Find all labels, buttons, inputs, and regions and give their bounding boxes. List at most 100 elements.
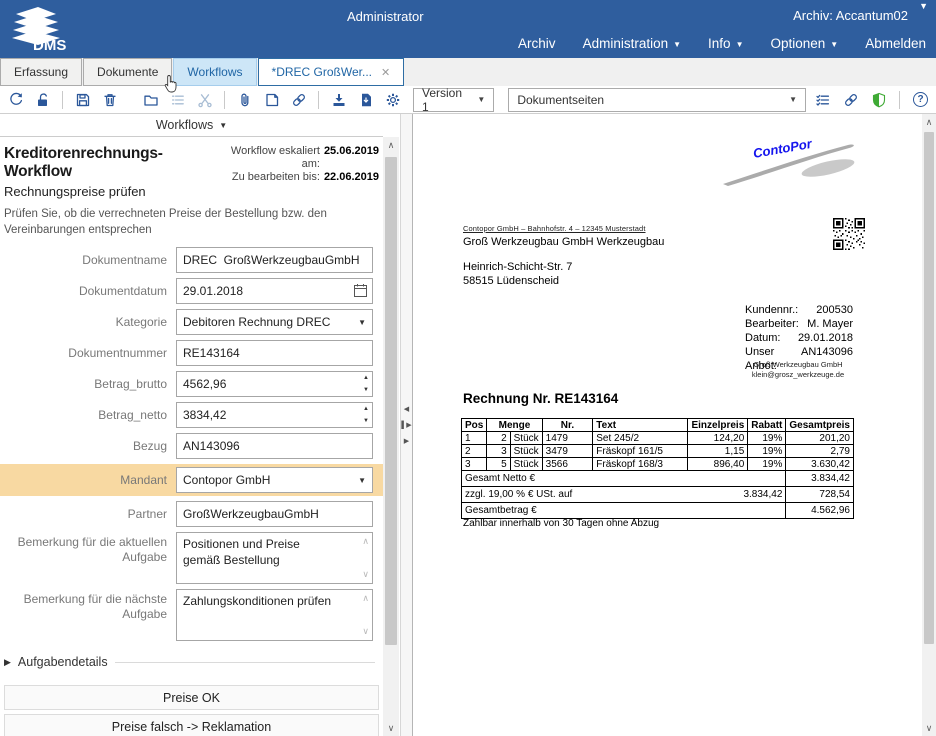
form-scrollbar[interactable]: ∧ ∨ (383, 137, 399, 736)
link-icon[interactable] (840, 89, 861, 110)
field-mandant: Mandant Contopor GmbH ▼ (0, 464, 383, 496)
shield-icon[interactable] (868, 89, 889, 110)
dokumentdatum-input[interactable] (176, 278, 373, 304)
preise-falsch-button[interactable]: Preise falsch -> Reklamation (4, 714, 379, 736)
workflow-title: Kreditorenrechnungs-Workflow (4, 145, 223, 181)
vat-row: zzgl. 19,00 % € USt. auf3.834,42 728,54 (462, 487, 854, 503)
download-icon[interactable] (328, 89, 349, 110)
expand-chevron-icon[interactable]: ▶ (4, 657, 11, 668)
invoice-title: Rechnung Nr. RE143164 (463, 391, 618, 406)
cut-icon[interactable] (194, 89, 215, 110)
invoice-page: ContoPor Contopor GmbH – Bahnhofstr. 4 –… (413, 114, 922, 736)
attachment-icon[interactable] (234, 89, 255, 110)
main-menu: Archiv Administration▼ Info▼ Optionen▼ A… (518, 36, 926, 51)
menu-item-administration[interactable]: Administration▼ (583, 36, 681, 51)
number-stepper[interactable]: ▲▼ (363, 406, 369, 424)
field-bezug: Bezug (4, 433, 379, 459)
preise-ok-button[interactable]: Preise OK (4, 685, 379, 710)
collapse-right-icon[interactable]: ▶ (404, 438, 409, 445)
settings-gear-icon[interactable] (382, 89, 403, 110)
calendar-icon[interactable] (353, 283, 368, 303)
menu-item-optionen[interactable]: Optionen▼ (770, 36, 838, 51)
chevron-down-icon: ▼ (219, 121, 227, 130)
refresh-icon[interactable] (5, 89, 26, 110)
checklist-icon[interactable] (812, 89, 833, 110)
help-icon[interactable]: ? (910, 89, 931, 110)
aufgabendetails-toggle[interactable]: Aufgabendetails (18, 655, 108, 669)
aufgabendetails-section: ▶ Aufgabendetails (4, 655, 379, 669)
qr-code (833, 218, 865, 255)
chevron-down-icon: ▼ (358, 476, 366, 485)
scrollbar-thumb[interactable] (385, 157, 397, 645)
betrag-netto-input[interactable] (176, 402, 373, 428)
export-file-icon[interactable] (355, 89, 376, 110)
menu-item-info[interactable]: Info▼ (708, 36, 743, 51)
chevron-down-icon: ▼ (830, 40, 838, 49)
bemerkung-naechste-textarea[interactable]: Zahlungskonditionen prüfen (176, 589, 373, 641)
kategorie-select[interactable]: Debitoren Rechnung DREC ▼ (176, 309, 373, 335)
dokumentnummer-input[interactable] (176, 340, 373, 366)
panel-splitter[interactable]: ◀ ▌▶ ▶ (400, 114, 413, 736)
tab-dokumente[interactable]: Dokumente (83, 58, 172, 86)
textarea-scroll-arrows[interactable]: ∧∨ (362, 594, 369, 636)
net-total-row: Gesamt Netto € 3.834,42 (462, 471, 854, 487)
note-icon[interactable] (261, 89, 282, 110)
user-label: Administrator (347, 9, 424, 24)
scrollbar-thumb[interactable] (924, 132, 934, 644)
archive-label: Archiv: Accantum02 (793, 8, 908, 23)
tab-drec-document[interactable]: *DREC GroßWer... ✕ (258, 58, 405, 86)
unlock-icon[interactable] (32, 89, 53, 110)
splitter-handle[interactable]: ▌▶ (401, 422, 411, 429)
recipient-name: Groß Werkzeugbau GmbH Werkzeugbau (463, 236, 664, 248)
tab-erfassung[interactable]: Erfassung (0, 58, 82, 86)
save-icon[interactable] (72, 89, 93, 110)
grand-total-row: Gesamtbetrag € 4.562,96 (462, 503, 854, 519)
number-stepper[interactable]: ▲▼ (363, 375, 369, 393)
dokumentname-input[interactable] (176, 247, 373, 273)
tab-workflows[interactable]: Workflows (173, 58, 256, 86)
field-dokumentdatum: Dokumentdatum (4, 278, 379, 304)
workflow-description: Prüfen Sie, ob die verrechneten Preise d… (4, 207, 379, 238)
field-bemerkung-aktuell: Bemerkung für die aktuellen Aufgabe Posi… (4, 532, 379, 584)
archive-chevron-down-icon[interactable]: ▼ (919, 1, 928, 11)
tab-bar: Erfassung Dokumente Workflows *DREC Groß… (0, 58, 936, 86)
dms-logo-text: DMS (33, 37, 66, 52)
mandant-select[interactable]: Contopor GmbH ▼ (176, 467, 373, 493)
menu-item-archiv[interactable]: Archiv (518, 36, 556, 51)
panel-selector[interactable]: Workflows ▼ (0, 114, 383, 137)
collapse-left-icon[interactable]: ◀ (404, 406, 409, 413)
app-header: DMS Administrator Archiv: Accantum02 ▼ A… (0, 0, 936, 58)
scroll-down-icon[interactable]: ∨ (922, 720, 936, 736)
folder-icon[interactable] (140, 89, 161, 110)
field-dokumentnummer: Dokumentnummer (4, 340, 379, 366)
link-icon[interactable] (288, 89, 309, 110)
field-bemerkung-naechste: Bemerkung für die nächste Aufgabe Zahlun… (4, 589, 379, 641)
due-label: Zu bearbeiten bis: (232, 171, 320, 184)
menu-item-abmelden[interactable]: Abmelden (865, 36, 926, 51)
scroll-up-icon[interactable]: ∧ (922, 114, 936, 130)
delete-icon[interactable] (99, 89, 120, 110)
table-row: 12 Stück1479 Set 245/2124,20 19%201,20 (462, 432, 854, 445)
document-pages-select[interactable]: Dokumentseiten ▼ (508, 88, 806, 112)
close-icon[interactable]: ✕ (381, 66, 390, 79)
toolbar: Version 1 ▼ Dokumentseiten ▼ ? (0, 86, 936, 114)
field-betrag-netto: Betrag_netto ▲▼ (4, 402, 379, 428)
workflow-panel: Workflows ▼ Kreditorenrechnungs-Workflow… (0, 114, 400, 736)
version-select[interactable]: Version 1 ▼ (413, 88, 494, 112)
preview-scrollbar[interactable]: ∧ ∨ (922, 114, 936, 736)
field-partner: Partner (4, 501, 379, 527)
textarea-scroll-arrows[interactable]: ∧∨ (362, 537, 369, 579)
scroll-up-icon[interactable]: ∧ (383, 137, 399, 153)
workflow-deadlines: Workflow eskaliert am: 25.06.2019 Zu bea… (223, 145, 379, 199)
scroll-down-icon[interactable]: ∨ (383, 720, 399, 736)
table-row: 23 Stück3479 Fräskopf 161/51,15 19%2,79 (462, 445, 854, 458)
partner-input[interactable] (176, 501, 373, 527)
betrag-brutto-input[interactable] (176, 371, 373, 397)
chevron-down-icon: ▼ (477, 95, 485, 104)
bezug-input[interactable] (176, 433, 373, 459)
workflow-actions: Preise OK Preise falsch -> Reklamation W… (4, 685, 379, 736)
bemerkung-aktuell-textarea[interactable]: Positionen und Preise gemäß Bestellung (176, 532, 373, 584)
supplier-contact: Groß Werkzeugbau GmbH klein@grosz_werkze… (731, 360, 865, 380)
field-dokumentname: Dokumentname (4, 247, 379, 273)
document-preview: ContoPor Contopor GmbH – Bahnhofstr. 4 –… (413, 114, 936, 736)
